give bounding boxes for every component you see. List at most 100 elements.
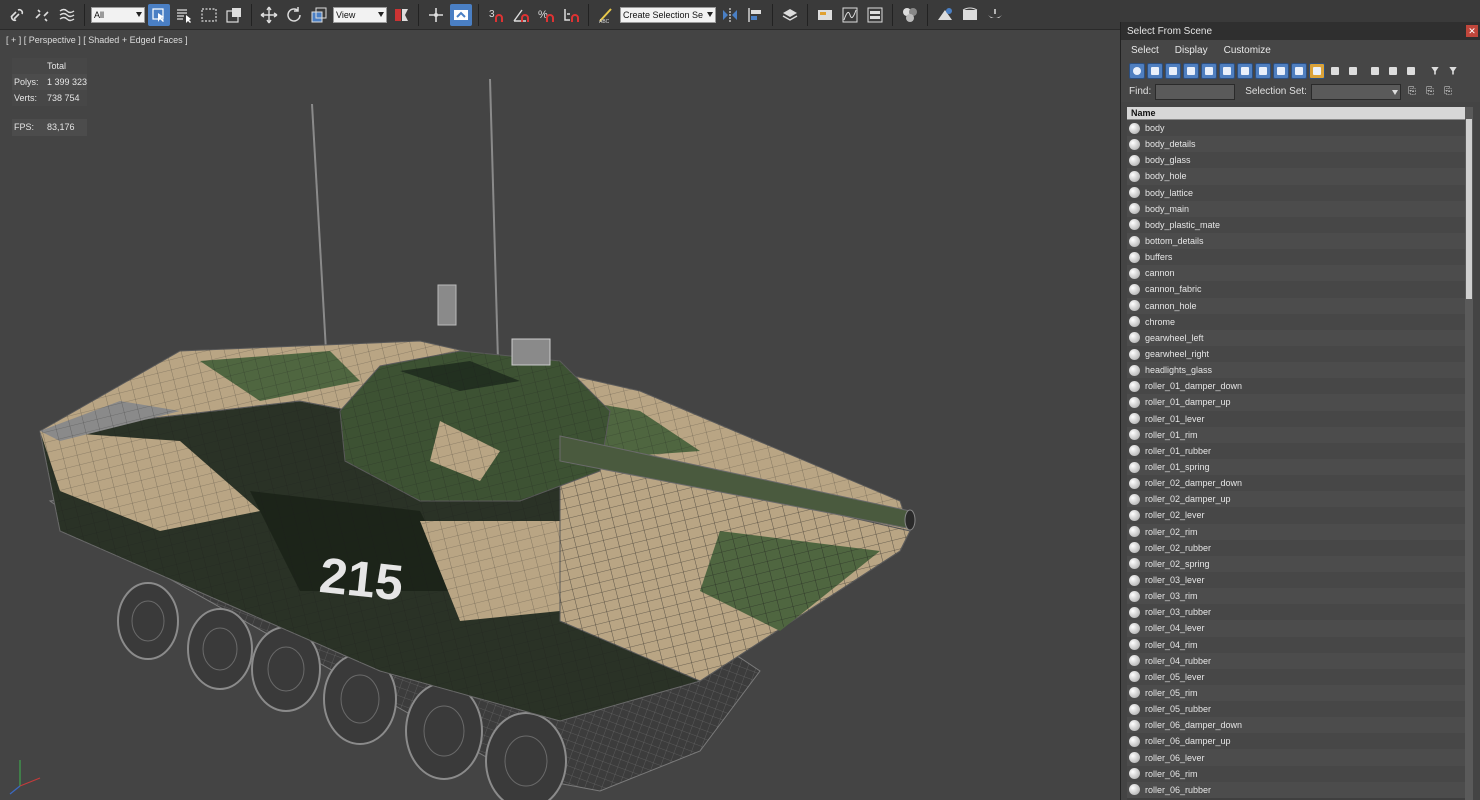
perspective-viewport[interactable]: [ + ] [ Perspective ] [ Shaded + Edged F… <box>0 31 1120 800</box>
scale-icon[interactable] <box>308 4 330 26</box>
angle-snap-icon[interactable] <box>510 4 532 26</box>
list-item[interactable]: body_glass <box>1127 152 1473 169</box>
list-item[interactable]: roller_06_damper_down <box>1127 717 1473 734</box>
list-item[interactable]: roller_01_damper_down <box>1127 378 1473 395</box>
list-item[interactable]: body_plastic_mate <box>1127 216 1473 233</box>
find-input[interactable] <box>1155 83 1236 100</box>
dialog-title-bar[interactable]: Select From Scene ✕ <box>1121 22 1480 40</box>
tank-model[interactable]: 215 <box>30 51 930 800</box>
list-item[interactable]: roller_05_rim <box>1127 684 1473 702</box>
display-none-icon[interactable] <box>1385 63 1401 79</box>
ribbon-icon[interactable] <box>814 4 836 26</box>
list-item[interactable]: cannon_hole <box>1127 297 1473 314</box>
unlink-icon[interactable] <box>31 4 53 26</box>
list-item[interactable]: roller_02_damper_up <box>1127 491 1473 508</box>
list-item[interactable]: gearwheel_left <box>1127 329 1473 346</box>
render-setup-icon[interactable] <box>934 4 956 26</box>
list-item[interactable]: roller_01_spring <box>1127 458 1473 476</box>
load-set-icon[interactable]: ⎘ <box>1423 85 1437 99</box>
viewport-label[interactable]: [ + ] [ Perspective ] [ Shaded + Edged F… <box>6 35 188 45</box>
list-item[interactable]: roller_02_lever <box>1127 507 1473 524</box>
filter-cameras-icon[interactable] <box>1183 62 1199 79</box>
percent-snap-icon[interactable]: % <box>535 4 557 26</box>
filter-spacewarps-icon[interactable] <box>1219 62 1235 79</box>
filter-xrefs-icon[interactable] <box>1255 62 1271 79</box>
reference-coord-dropdown[interactable]: View <box>333 6 387 23</box>
select-by-name-icon[interactable] <box>173 4 195 26</box>
layer-icon[interactable] <box>779 4 801 26</box>
filter-hidden-icon[interactable] <box>1327 63 1343 79</box>
rotate-icon[interactable] <box>283 4 305 26</box>
list-item[interactable]: roller_01_damper_up <box>1127 394 1473 411</box>
filter-lights-icon[interactable] <box>1165 62 1181 79</box>
material-editor-icon[interactable] <box>899 4 921 26</box>
list-item[interactable]: buffers <box>1127 249 1473 266</box>
curve-editor-icon[interactable] <box>839 4 861 26</box>
edit-named-sel-icon[interactable]: ABC <box>595 4 617 26</box>
save-set-icon[interactable]: ⎘ <box>1405 85 1419 99</box>
filter-geometry-icon[interactable] <box>1129 62 1145 79</box>
filter-helpers-icon[interactable] <box>1201 62 1217 79</box>
remove-set-icon[interactable]: ⎘ <box>1441 85 1455 99</box>
list-scrollbar[interactable] <box>1465 107 1473 800</box>
mirror-icon[interactable] <box>719 4 741 26</box>
rendered-frame-icon[interactable] <box>959 4 981 26</box>
filter-options-icon[interactable] <box>1445 63 1461 79</box>
scene-object-list[interactable]: Name body body_details body_glass body_hole… <box>1127 107 1473 800</box>
named-selection-dropdown[interactable]: Create Selection Se <box>620 6 716 23</box>
list-item[interactable]: bottom_details <box>1127 232 1473 250</box>
filter-shapes-icon[interactable] <box>1147 62 1163 79</box>
bind-icon[interactable] <box>56 4 78 26</box>
window-crossing-icon[interactable] <box>223 4 245 26</box>
list-item[interactable]: cannon_fabric <box>1127 281 1473 298</box>
list-item[interactable]: roller_02_damper_down <box>1127 475 1473 492</box>
selection-set-dropdown[interactable] <box>1310 83 1401 100</box>
schematic-view-icon[interactable] <box>864 4 886 26</box>
filter-funnel-icon[interactable] <box>1427 63 1443 79</box>
filter-all-icon[interactable] <box>1345 63 1361 79</box>
list-item[interactable]: headlights_glass <box>1127 362 1473 379</box>
list-item[interactable]: chrome <box>1127 313 1473 330</box>
render-icon[interactable] <box>984 4 1006 26</box>
list-item[interactable]: body_hole <box>1127 168 1473 185</box>
scrollbar-thumb[interactable] <box>1466 119 1472 299</box>
list-item[interactable]: roller_06_damper_up <box>1127 733 1473 750</box>
filter-bones-icon[interactable] <box>1273 62 1289 79</box>
list-item[interactable]: body_lattice <box>1127 184 1473 201</box>
move-icon[interactable] <box>258 4 280 26</box>
list-item[interactable]: body_main <box>1127 200 1473 217</box>
filter-frozen-icon[interactable] <box>1309 62 1325 79</box>
list-item[interactable]: gearwheel_right <box>1127 345 1473 363</box>
list-item[interactable]: roller_02_spring <box>1127 555 1473 572</box>
select-object-icon[interactable] <box>148 3 170 26</box>
list-item[interactable]: roller_06_rim <box>1127 765 1473 782</box>
list-item[interactable]: roller_05_rubber <box>1127 701 1473 718</box>
list-item[interactable]: roller_01_lever <box>1127 410 1473 427</box>
align-icon[interactable] <box>744 4 766 26</box>
list-item[interactable]: cannon <box>1127 265 1473 282</box>
keyboard-shortcut-icon[interactable] <box>450 3 472 26</box>
close-icon[interactable]: ✕ <box>1466 25 1478 37</box>
list-item[interactable]: roller_04_rim <box>1127 636 1473 653</box>
pivot-center-icon[interactable] <box>390 4 412 26</box>
rect-region-icon[interactable] <box>198 4 220 26</box>
list-item[interactable]: roller_03_rubber <box>1127 604 1473 621</box>
list-item[interactable]: roller_01_rim <box>1127 426 1473 443</box>
menu-customize[interactable]: Customize <box>1224 45 1271 56</box>
snaps-icon[interactable]: 3 <box>485 4 507 26</box>
list-item[interactable]: body <box>1127 120 1473 137</box>
display-list-icon[interactable] <box>1367 63 1383 79</box>
list-item[interactable]: roller_06_rubber <box>1127 781 1473 798</box>
spinner-snap-icon[interactable] <box>560 4 582 26</box>
list-item[interactable]: body_details <box>1127 136 1473 153</box>
list-item[interactable]: roller_02_rim <box>1127 523 1473 540</box>
menu-select[interactable]: Select <box>1131 45 1159 56</box>
list-item[interactable]: roller_03_rim <box>1127 588 1473 605</box>
display-invert-icon[interactable] <box>1403 63 1419 79</box>
list-item[interactable]: roller_03_lever <box>1127 571 1473 589</box>
list-item[interactable]: roller_02_rubber <box>1127 539 1473 556</box>
filter-containers-icon[interactable] <box>1291 62 1307 79</box>
selection-filter-dropdown[interactable]: All <box>91 6 145 23</box>
column-header-name[interactable]: Name <box>1127 107 1473 120</box>
select-manipulate-icon[interactable] <box>425 4 447 26</box>
